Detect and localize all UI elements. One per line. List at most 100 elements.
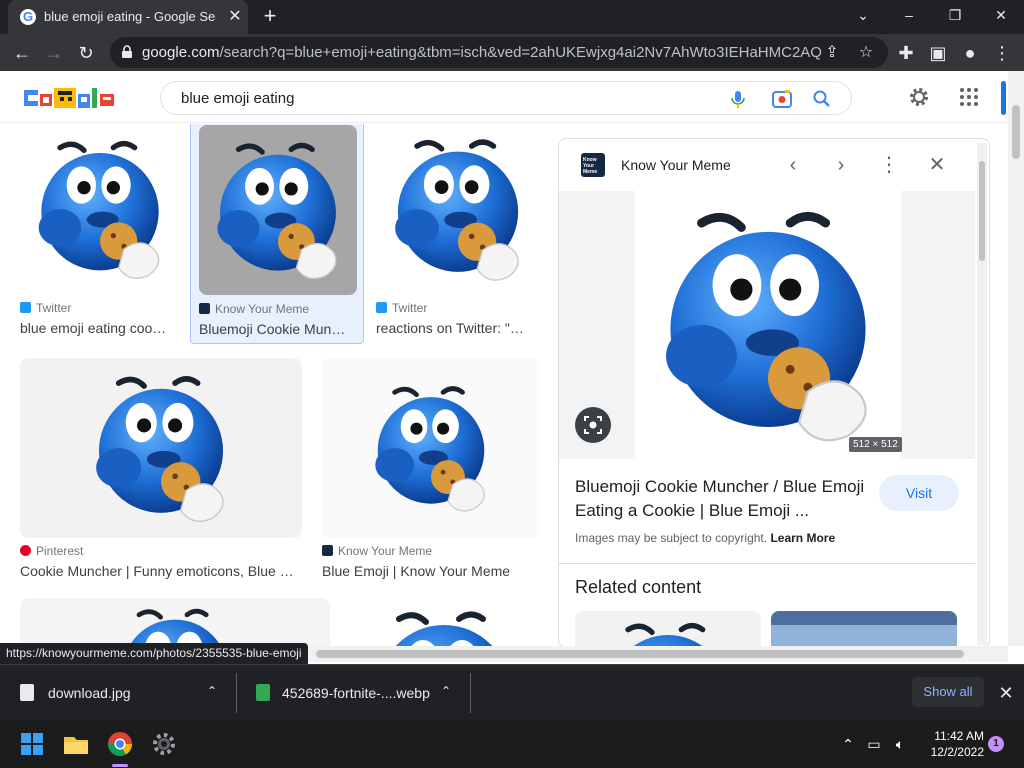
close-downloads-icon[interactable]: ✕ [994, 681, 1018, 705]
result-thumbnail[interactable] [376, 124, 540, 294]
result-card[interactable]: Twitter reactions on Twitter: "… [376, 124, 540, 344]
result-thumbnail-partial[interactable] [350, 598, 538, 646]
camera-lens-icon[interactable] [771, 88, 793, 110]
tab-google-search[interactable]: blue emoji eating - Google Search ✕ [8, 0, 248, 34]
result-thumbnail[interactable] [20, 358, 302, 538]
browser-toolbar: ← → ↻ google.com/search?q=blue+emoji+eat… [0, 34, 1024, 71]
windows-taskbar: ⌃ ▭ 🔈︎ 11:42 AM 12/2/2022 1 [0, 720, 1024, 768]
tab-title: blue emoji eating - Google Search [44, 9, 216, 24]
forward-button[interactable]: → [40, 39, 68, 67]
result-caption[interactable]: Bluemoji Cookie Mun… [199, 321, 357, 337]
profile-icon[interactable]: ● [956, 39, 984, 67]
network-icon[interactable]: ▭ [864, 734, 884, 754]
show-all-downloads-button[interactable]: Show all [912, 677, 984, 707]
copyright-notice: Images may be subject to copyright. Lear… [575, 531, 836, 545]
clock-date: 12/2/2022 [930, 745, 984, 759]
result-caption[interactable]: reactions on Twitter: "… [376, 320, 536, 336]
blue-emoji-image [575, 611, 761, 648]
next-chevron-icon[interactable]: › [829, 153, 853, 177]
more-options-icon[interactable]: ⋮ [877, 153, 901, 177]
reload-button[interactable]: ↻ [72, 39, 100, 67]
result-thumbnail-partial[interactable] [20, 598, 330, 646]
apps-grid-icon[interactable] [957, 85, 981, 109]
result-thumbnail[interactable] [322, 358, 540, 538]
extensions-icon[interactable]: ✚ [892, 39, 920, 67]
address-bar[interactable]: google.com/search?q=blue+emoji+eating&tb… [110, 37, 888, 68]
downloads-bar: download.jpg ⌃ 452689-fortnite-....webp … [0, 664, 1024, 720]
image-preview-panel: Know Your Meme Know Your Meme ‹ › ⋮ ✕ 51… [558, 138, 990, 648]
panel-image-title[interactable]: Bluemoji Cookie Muncher / Blue Emoji Eat… [575, 475, 875, 523]
result-caption[interactable]: blue emoji eating coo… [20, 320, 178, 336]
lens-search-button[interactable] [575, 407, 611, 443]
image-results-grid: Twitter blue emoji eating coo… Know Your… [0, 124, 552, 646]
settings-gear-icon[interactable] [146, 726, 182, 762]
related-content-heading: Related content [575, 577, 702, 597]
side-panel-icon[interactable]: ▣ [924, 39, 952, 67]
result-card[interactable]: Twitter blue emoji eating coo… [20, 124, 180, 344]
result-source[interactable]: Know Your Meme [199, 302, 309, 316]
result-source[interactable]: Twitter [376, 301, 427, 315]
share-icon[interactable]: ⇪ [822, 43, 842, 63]
download-item[interactable]: 452689-fortnite-....webp ⌃ [236, 665, 470, 721]
preview-image-area[interactable]: 512 × 512 [559, 191, 975, 459]
download-filename: 452689-fortnite-....webp [282, 685, 430, 701]
related-thumbnail-titlebar [771, 611, 957, 625]
microphone-icon[interactable] [727, 88, 749, 110]
page-horizontal-scrollbar-thumb[interactable] [316, 650, 964, 658]
chevron-up-icon[interactable]: ⌃ [438, 683, 454, 699]
taskbar-clock[interactable]: 11:42 AM 12/2/2022 [916, 728, 984, 760]
close-panel-icon[interactable]: ✕ [925, 153, 949, 177]
result-caption[interactable]: Cookie Muncher | Funny emoticons, Blue … [20, 563, 300, 579]
google-doodle-logo[interactable] [24, 85, 116, 111]
volume-icon[interactable]: 🔈︎ [890, 734, 910, 754]
menu-kebab-icon[interactable]: ⋮ [988, 39, 1016, 67]
chrome-icon[interactable] [102, 726, 138, 762]
result-thumbnail[interactable] [199, 125, 357, 295]
result-source[interactable]: Know Your Meme [322, 544, 432, 558]
status-bar-url: https://knowyourmeme.com/photos/2355535-… [0, 643, 308, 664]
page-vertical-scrollbar[interactable] [1008, 71, 1024, 646]
result-source[interactable]: Twitter [20, 301, 71, 315]
restore-button[interactable]: ❐ [932, 0, 978, 30]
search-box[interactable]: blue emoji eating [160, 81, 852, 115]
blue-emoji-image [20, 598, 330, 646]
result-card[interactable]: Pinterest Cookie Muncher | Funny emotico… [20, 358, 302, 579]
new-tab-button[interactable]: + [258, 5, 282, 29]
previous-chevron-icon[interactable]: ‹ [781, 153, 805, 177]
result-thumbnail[interactable] [20, 124, 180, 294]
related-thumbnail[interactable] [771, 611, 957, 647]
tab-close-icon[interactable]: ✕ [226, 8, 244, 26]
minimize-button[interactable]: – [886, 0, 932, 30]
preview-image[interactable] [635, 191, 901, 459]
panel-scrollbar[interactable] [977, 143, 987, 645]
tab-strip: blue emoji eating - Google Search ✕ + ⌄ … [0, 0, 1024, 34]
chevron-up-icon[interactable]: ⌃ [204, 683, 220, 699]
result-card-selected[interactable]: Know Your Meme Bluemoji Cookie Mun… [190, 124, 364, 344]
learn-more-link[interactable]: Learn More [770, 531, 835, 545]
result-card[interactable]: Know Your Meme Blue Emoji | Know Your Me… [322, 358, 540, 579]
bookmark-star-icon[interactable]: ☆ [856, 43, 876, 63]
back-button[interactable]: ← [8, 39, 36, 67]
panel-scrollbar-thumb[interactable] [979, 161, 985, 261]
result-source[interactable]: Pinterest [20, 544, 83, 558]
twitter-icon [376, 302, 387, 313]
file-explorer-icon[interactable] [58, 726, 94, 762]
search-input[interactable]: blue emoji eating [181, 90, 294, 107]
settings-gear-icon[interactable] [907, 85, 931, 109]
page-vertical-scrollbar-thumb[interactable] [1012, 105, 1020, 159]
result-caption[interactable]: Blue Emoji | Know Your Meme [322, 563, 538, 579]
related-thumbnail[interactable] [575, 611, 761, 648]
visit-button[interactable]: Visit [879, 475, 959, 511]
tab-search-icon[interactable]: ⌄ [840, 0, 886, 30]
window-close-button[interactable]: ✕ [978, 0, 1024, 30]
blue-emoji-screenshot-image [322, 358, 540, 538]
notification-badge[interactable]: 1 [988, 736, 1004, 752]
download-item[interactable]: download.jpg ⌃ [0, 665, 236, 721]
panel-header: Know Your Meme Know Your Meme ‹ › ⋮ ✕ [559, 139, 989, 191]
show-hidden-icons-chevron[interactable]: ⌃ [838, 734, 858, 754]
sign-in-button-edge[interactable] [1001, 81, 1006, 115]
panel-source-name[interactable]: Know Your Meme [621, 157, 731, 173]
windows-start-icon[interactable] [14, 726, 50, 762]
search-icon[interactable] [811, 88, 833, 110]
blue-emoji-image [635, 191, 901, 459]
